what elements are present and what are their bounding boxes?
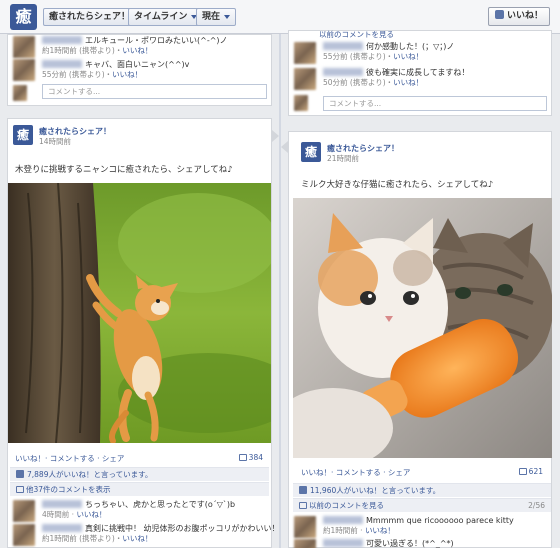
post-photo[interactable] xyxy=(293,198,552,458)
comment-like-link[interactable]: いいね！ xyxy=(365,526,395,535)
avatar[interactable] xyxy=(294,42,316,64)
commenter-name[interactable] xyxy=(323,516,363,524)
comment-count[interactable]: 621 xyxy=(518,467,543,476)
page-name-label: 癒されたらシェア！ xyxy=(49,12,131,22)
post-text: ミルク大好きな仔猫に癒されたら、シェアしてね♪ xyxy=(301,180,494,190)
comment-input[interactable]: コメントする... xyxy=(323,96,547,111)
commenter-name[interactable] xyxy=(323,539,363,547)
post-header: 癒 癒されたらシェア！ 21時間前 xyxy=(301,142,501,166)
timeline-pointer-left xyxy=(272,130,279,142)
comment-text: ちっちゃい、虎かと思ったとです(o´▽`)b xyxy=(85,500,236,509)
kittens-milk-image xyxy=(293,198,552,458)
comment-text: Mmmmm que ricoooooo parece kitty xyxy=(366,516,514,525)
left-post-card: 癒 癒されたらシェア！ 14時間前 木登りに挑戦するニャンコに癒されたら、シェア… xyxy=(7,118,280,548)
comment-like-link[interactable]: いいね！ xyxy=(122,534,152,543)
comment-pager: 2/56 xyxy=(528,501,545,510)
post-header: 癒 癒されたらシェア！ 14時間前 xyxy=(13,125,213,149)
post-photo[interactable] xyxy=(8,183,271,443)
thumbs-up-icon xyxy=(494,10,504,19)
comment-like-link[interactable]: いいね！ xyxy=(122,46,152,55)
comment-text: 可愛い過ぎる！(*^_^*) xyxy=(366,539,454,548)
avatar xyxy=(13,85,27,101)
comment-item: 真剣に挑戦中！ 幼児体形のお腹ポッコリがかわいい！ 約1時間前 (携帯より)・い… xyxy=(8,523,280,547)
timeline-dropdown[interactable]: タイムライン xyxy=(128,8,204,26)
comment-item: キャバ、面白いニャン(^^)v 55分前 (携帯より)・いいね！ xyxy=(8,55,273,81)
comment-text: 彼も確実に成長してますね！ xyxy=(366,68,470,77)
post-timestamp[interactable]: 21時間前 xyxy=(327,153,359,164)
older-comments-link[interactable]: 以前のコメントを見る xyxy=(309,501,384,510)
kitten-tree-image xyxy=(8,183,271,443)
thumbs-up-icon xyxy=(299,486,307,494)
page-avatar-icon[interactable]: 癒 xyxy=(13,125,33,145)
more-comments-link[interactable]: 他37件のコメントを表示 xyxy=(26,485,111,494)
comment-input[interactable]: コメントする... xyxy=(42,84,267,99)
avatar[interactable] xyxy=(13,524,35,546)
post-text: 木登りに挑戦するニャンコに癒されたら、シェアしてね♪ xyxy=(15,165,233,175)
now-label: 現在 xyxy=(202,12,221,22)
comment-time: 約1時間前 (携帯より)・ xyxy=(42,46,123,55)
likes-text[interactable]: 7,889人がいいね！と言っています。 xyxy=(27,470,152,479)
commenter-name[interactable] xyxy=(42,524,82,532)
comment-item: 可愛い過ぎる！(*^_^*) xyxy=(289,538,553,548)
comment-item: ちっちゃい、虎かと思ったとです(o´▽`)b 4時間前 · いいね！ xyxy=(8,499,273,523)
thumbs-up-icon xyxy=(16,470,24,478)
more-comments-row[interactable]: 他37件のコメントを表示 xyxy=(10,482,269,496)
timeline-spine xyxy=(279,34,281,548)
comment-icon xyxy=(518,468,527,475)
comment-item: Mmmmm que ricoooooo parece kitty 約1時間前 ·… xyxy=(289,515,553,539)
comment-time: 55分前 (携帯より)・ xyxy=(323,52,394,61)
avatar[interactable] xyxy=(13,500,35,522)
post-actions[interactable]: いいね！· コメントする · シェア xyxy=(301,467,410,478)
comment-icon xyxy=(16,486,24,493)
timeline-pointer-right xyxy=(281,141,288,153)
commenter-name[interactable] xyxy=(42,60,82,68)
right-previous-post-card: 以前のコメントを見る 何か感動した！(；▽；)ノ 55分前 (携帯より)・いいね… xyxy=(288,30,552,116)
comment-like-link[interactable]: いいね！ xyxy=(112,70,142,79)
right-post-card: 癒 癒されたらシェア！ 21時間前 ミルク大好きな仔猫に癒されたら、シェアしてね… xyxy=(288,131,552,548)
comment-time: 約1時間前 · xyxy=(323,526,365,535)
comment-time: 50分前 (携帯より)・ xyxy=(323,78,394,87)
older-comments-link[interactable]: 以前のコメントを見る xyxy=(319,30,394,39)
likes-summary: 7,889人がいいね！と言っています。 xyxy=(10,467,269,481)
comment-time: 55分前 (携帯より)・ xyxy=(42,70,113,79)
comment-count[interactable]: 384 xyxy=(238,453,263,462)
chevron-down-icon xyxy=(224,14,231,19)
page-name-button[interactable]: 癒されたらシェア！ xyxy=(43,8,137,26)
likes-text[interactable]: 11,960人がいいね！と言っています。 xyxy=(310,486,440,495)
page-avatar-icon[interactable]: 癒 xyxy=(301,142,321,162)
commenter-name[interactable] xyxy=(42,500,82,508)
commenter-name[interactable] xyxy=(42,36,82,44)
comment-item: 彼も確実に成長してますね！ 50分前 (携帯より)・いいね！ xyxy=(289,67,553,91)
comment-time: 約1時間前 (携帯より)・ xyxy=(42,534,123,543)
comment-like-link[interactable]: いいね！ xyxy=(76,510,106,519)
comment-icon xyxy=(299,502,307,509)
post-actions[interactable]: いいね！· コメントする · シェア xyxy=(15,453,124,464)
avatar[interactable] xyxy=(294,68,316,90)
comment-like-link[interactable]: いいね！ xyxy=(393,78,423,87)
avatar[interactable] xyxy=(294,539,316,548)
comment-text: エルキュール・ポワロみたいい(^-^)ノ xyxy=(85,36,228,45)
commenter-name[interactable] xyxy=(323,68,363,76)
left-previous-post-card: エルキュール・ポワロみたいい(^-^)ノ 約1時間前 (携帯より)・いいね！ キ… xyxy=(7,34,272,106)
comment-icon xyxy=(238,454,247,461)
timeline-label: タイムライン xyxy=(134,12,188,22)
avatar xyxy=(294,95,308,111)
page-logo-icon[interactable]: 癒 xyxy=(10,4,37,30)
comment-text: 何か感動した！(；▽；)ノ xyxy=(366,42,455,51)
older-comments-row[interactable]: 以前のコメントを見る 2/56 xyxy=(293,498,551,512)
post-timestamp[interactable]: 14時間前 xyxy=(39,136,71,147)
commenter-name[interactable] xyxy=(323,42,363,50)
comment-like-link[interactable]: いいね！ xyxy=(393,52,423,61)
avatar[interactable] xyxy=(13,59,35,81)
top-bar: 癒 癒されたらシェア！ タイムライン 現在 いいね！ xyxy=(0,0,560,34)
like-page-button[interactable]: いいね！ xyxy=(487,7,550,26)
comment-item: 何か感動した！(；▽；)ノ 55分前 (携帯より)・いいね！ xyxy=(289,41,553,65)
comment-text: 真剣に挑戦中！ 幼児体形のお腹ポッコリがかわいい！ xyxy=(85,524,280,533)
like-page-label: いいね！ xyxy=(506,11,543,21)
now-dropdown[interactable]: 現在 xyxy=(196,8,237,26)
comment-time: 4時間前 · xyxy=(42,510,77,519)
comment-text: キャバ、面白いニャン(^^)v xyxy=(85,60,190,69)
likes-summary: 11,960人がいいね！と言っています。 xyxy=(293,483,551,497)
avatar[interactable] xyxy=(294,516,316,538)
